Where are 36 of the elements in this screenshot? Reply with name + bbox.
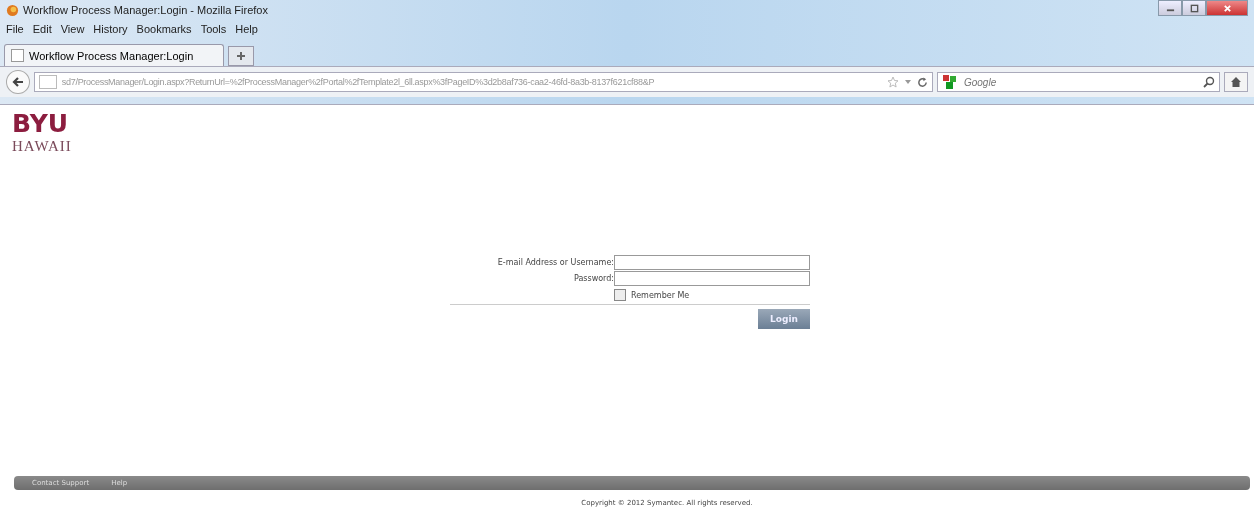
maximize-icon — [1189, 3, 1199, 13]
search-bar[interactable]: Google — [936, 72, 1221, 92]
page-icon — [11, 49, 24, 62]
reload-icon[interactable] — [916, 76, 928, 88]
search-engine-icon — [941, 74, 958, 90]
remember-checkbox[interactable] — [614, 289, 626, 301]
close-icon — [1222, 3, 1232, 13]
search-icon[interactable] — [1203, 76, 1216, 88]
close-button[interactable] — [1206, 0, 1248, 16]
username-field[interactable] — [614, 255, 810, 270]
home-button[interactable] — [1224, 72, 1248, 92]
dropdown-icon[interactable] — [903, 78, 912, 86]
menu-item[interactable]: Help — [235, 23, 258, 35]
menu-item[interactable]: Tools — [200, 23, 227, 35]
new-tab-button[interactable] — [228, 46, 254, 66]
remember-label: Remember Me — [631, 290, 690, 300]
password-label: Password: — [572, 274, 614, 283]
menu-item[interactable]: Edit — [32, 23, 52, 35]
password-field[interactable] — [614, 271, 810, 286]
username-label: E-mail Address or Username: — [496, 258, 614, 267]
menu-item[interactable]: File — [6, 23, 24, 35]
maximize-button[interactable] — [1182, 0, 1206, 16]
home-icon — [1230, 76, 1243, 88]
logo-text: BYU — [12, 111, 70, 137]
back-button[interactable] — [6, 70, 30, 94]
menu-item[interactable]: History — [93, 23, 128, 35]
browser-tab[interactable]: Workflow Process Manager:Login — [4, 44, 224, 66]
browser-logo-icon — [6, 3, 19, 17]
logo-subtitle: HAWAII — [12, 137, 73, 155]
plus-icon — [236, 51, 246, 61]
star-icon[interactable] — [886, 76, 899, 88]
minimize-button[interactable] — [1158, 0, 1182, 16]
back-arrow-icon — [11, 76, 24, 88]
menu-item[interactable]: Bookmarks — [136, 23, 192, 35]
menu-item[interactable]: View — [60, 23, 85, 35]
window-title: Workflow Process Manager:Login - Mozilla Firefox — [23, 4, 268, 16]
